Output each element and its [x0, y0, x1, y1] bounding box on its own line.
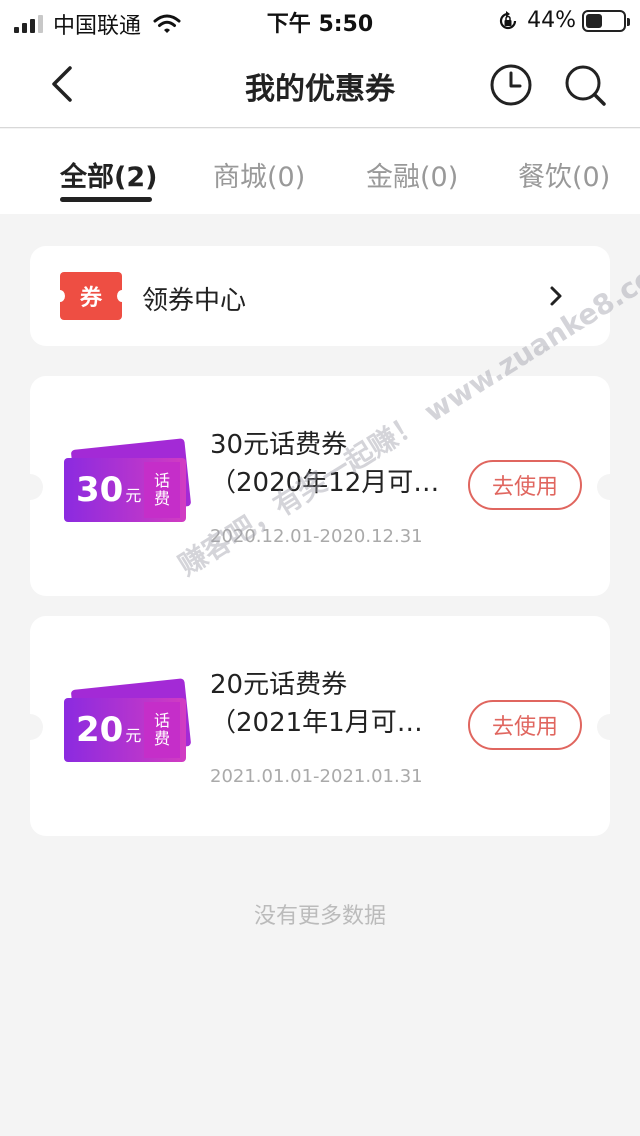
tab-finance[interactable]: 金融(0): [366, 155, 458, 194]
page-title: 我的优惠券: [245, 72, 395, 107]
chevron-right-icon: [550, 286, 562, 306]
coupon-title: 20元话费券 （2021年1月可使用）: [210, 670, 440, 738]
coupon-center-label: 领券中心: [142, 286, 247, 316]
coupon-ticket-icon: 30 元 话费: [64, 438, 192, 528]
use-coupon-button[interactable]: 去使用: [468, 460, 582, 510]
coupon-card: 30元 话费 30元话费券 （2020年12月可使用） 2020.12.01-2…: [17, 376, 623, 596]
coupon-type-tag: 话费: [144, 702, 180, 758]
active-tab-indicator: [60, 197, 152, 202]
category-tabs: 全部(2) 商城(0) 金融(0) 餐饮(0): [0, 129, 640, 214]
battery-fill: [586, 13, 602, 28]
coupon-badge-icon: 券: [55, 272, 127, 320]
coupon-date-range: 2021.01.01-2021.01.31: [210, 766, 423, 787]
coupon-center-entry[interactable]: 券 领券中心: [30, 246, 610, 346]
rotation-lock-icon: [500, 10, 517, 29]
use-coupon-button[interactable]: 去使用: [468, 700, 582, 750]
coupon-date-range: 2020.12.01-2020.12.31: [210, 526, 423, 547]
status-bar: 中国联通 下午 5:50 44%: [0, 0, 640, 40]
tab-mall[interactable]: 商城(0): [213, 155, 305, 194]
nav-bar: 我的优惠券: [0, 40, 640, 128]
coupon-type-tag: 话费: [144, 462, 180, 518]
coupon-card: 20元 话费 20元话费券 （2021年1月可使用） 2021.01.01-20…: [17, 616, 623, 836]
no-more-data-text: 没有更多数据: [253, 904, 386, 929]
coupon-ticket-icon: 20 元 话费: [64, 678, 192, 768]
search-icon[interactable]: [562, 62, 608, 108]
tab-dining[interactable]: 餐饮(0): [518, 155, 610, 194]
status-right: 44%: [497, 8, 630, 33]
clock-icon[interactable]: [488, 62, 534, 108]
battery-icon: [582, 9, 630, 32]
coupon-amount: 30 元: [76, 470, 142, 510]
coupon-title: 30元话费券 （2020年12月可使用）: [210, 430, 440, 498]
tab-all[interactable]: 全部(2): [60, 155, 157, 194]
coupon-amount: 20 元: [76, 710, 142, 750]
battery-percentage: 44%: [527, 8, 576, 33]
